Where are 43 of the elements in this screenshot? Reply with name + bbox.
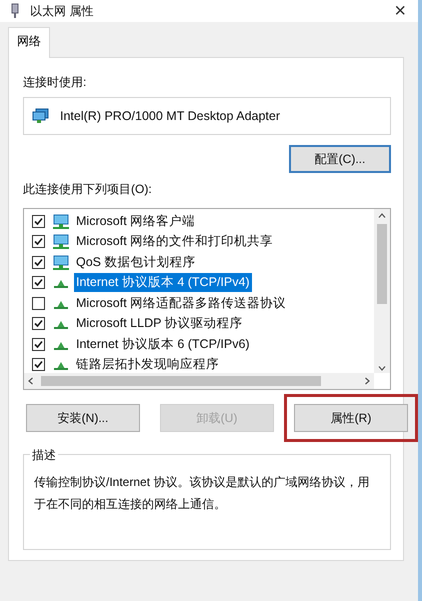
checkbox[interactable] (32, 214, 45, 228)
checkbox[interactable] (32, 358, 45, 372)
checkbox[interactable] (32, 256, 45, 269)
monitor-icon (52, 214, 70, 229)
list-item[interactable]: Microsoft 网络适配器多路传送器协议 (74, 294, 288, 313)
list-item[interactable]: Microsoft 网络的文件和打印机共享 (74, 232, 276, 252)
checkbox[interactable] (32, 276, 45, 290)
horizontal-scrollbar[interactable] (24, 373, 374, 389)
description-label: 描述 (30, 447, 58, 464)
scroll-right-icon[interactable] (365, 377, 370, 385)
adapter-field: Intel(R) PRO/1000 MT Desktop Adapter (23, 97, 391, 135)
checkbox[interactable] (32, 338, 45, 351)
items-label: 此连接使用下列项目(O): (23, 181, 153, 198)
list-item[interactable]: QoS 数据包计划程序 (74, 252, 198, 272)
window-title: 以太网 属性 (30, 2, 94, 20)
monitor-icon (52, 254, 70, 270)
protocol-icon (54, 362, 68, 370)
list-item[interactable]: Microsoft 网络客户端 (74, 212, 198, 231)
list-item[interactable]: Internet 协议版本 6 (TCP/IPv6) (74, 334, 252, 354)
protocol-icon (54, 300, 68, 308)
description-text: 传输控制协议/Internet 协议。该协议是默认的广域网络协议，用于在不同的相互连接的网络上通信。 (34, 474, 370, 513)
protocol-icon (54, 342, 68, 350)
checkbox[interactable] (32, 317, 45, 330)
vertical-scrollbar[interactable] (374, 209, 390, 373)
connect-using-label: 连接时使用: (23, 74, 88, 91)
scroll-up-icon[interactable] (378, 213, 386, 218)
configure-button[interactable]: 配置(C)... (289, 145, 391, 173)
checkbox[interactable] (32, 296, 45, 310)
scroll-down-icon[interactable] (378, 366, 386, 371)
network-adapter-icon (10, 3, 20, 19)
protocol-icon (54, 321, 68, 329)
scroll-left-icon[interactable] (28, 377, 33, 385)
action-button[interactable]: 属性(R) (294, 404, 408, 432)
list-item[interactable]: Internet 协议版本 4 (TCP/IPv4) (74, 273, 252, 292)
close-button[interactable]: × (388, 0, 412, 22)
monitor-icon (52, 234, 70, 250)
action-button[interactable]: 安装(N)... (26, 404, 140, 432)
tab[interactable]: 网络 (8, 27, 50, 58)
checkbox[interactable] (32, 235, 45, 248)
list-item[interactable]: 链路层拓扑发现响应程序 (74, 355, 221, 373)
monitor-icon (32, 108, 50, 124)
list-item[interactable]: Microsoft LLDP 协议驱动程序 (74, 314, 245, 334)
protocol-icon (54, 280, 68, 288)
